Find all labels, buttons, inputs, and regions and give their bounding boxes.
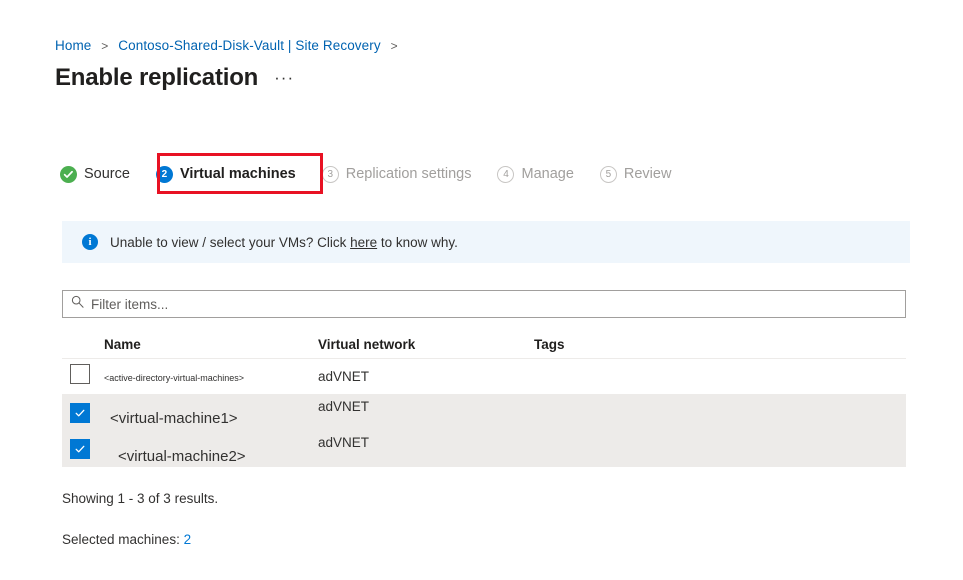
breadcrumb-separator: >	[101, 39, 108, 53]
table-row[interactable]: <virtual-machine1> adVNET	[62, 395, 906, 431]
wizard-step-virtual-machines[interactable]: 2 Virtual machines	[156, 160, 296, 188]
wizard-steps: Source 2 Virtual machines 3 Replication …	[60, 160, 697, 188]
breadcrumb: Home > Contoso-Shared-Disk-Vault | Site …	[55, 38, 404, 53]
step-number-badge-2: 2	[156, 166, 173, 183]
more-actions-button[interactable]: ···	[274, 68, 294, 90]
row-checkbox-cell	[62, 364, 104, 389]
check-circle-icon	[60, 166, 77, 183]
row-checkbox-checked[interactable]	[70, 439, 90, 459]
row-virtual-network: adVNET	[318, 399, 369, 414]
table-row[interactable]: <active-directory-virtual-machines> adVN…	[62, 359, 906, 395]
row-checkbox-cell	[62, 403, 104, 424]
step-number-badge-3: 3	[322, 166, 339, 183]
step-number-badge-5: 5	[600, 166, 617, 183]
row-name: <virtual-machine2>	[104, 448, 246, 465]
wizard-step-review[interactable]: 5 Review	[600, 160, 672, 188]
virtual-machines-table: Name Virtual network Tags <active-direct…	[62, 330, 906, 467]
page-header: Enable replication ···	[55, 66, 294, 90]
info-icon: i	[82, 234, 98, 250]
row-virtual-network: adVNET	[318, 369, 369, 384]
page-title: Enable replication	[55, 66, 258, 90]
info-banner-text-before: Unable to view / select your VMs? Click	[110, 235, 350, 250]
breadcrumb-item-vault[interactable]: Contoso-Shared-Disk-Vault | Site Recover…	[118, 38, 380, 53]
wizard-step-source-label: Source	[84, 166, 130, 182]
info-banner-text-after: to know why.	[377, 235, 458, 250]
breadcrumb-separator-2: >	[391, 39, 398, 53]
table-header-name[interactable]: Name	[104, 337, 318, 352]
selected-machines-label: Selected machines:	[62, 532, 184, 547]
wizard-step-review-label: Review	[624, 166, 672, 182]
wizard-step-replication-settings-label: Replication settings	[346, 166, 472, 182]
results-count-text: Showing 1 - 3 of 3 results.	[62, 491, 218, 506]
wizard-step-virtual-machines-label: Virtual machines	[180, 166, 296, 182]
table-header-row: Name Virtual network Tags	[62, 330, 906, 359]
table-row[interactable]: <virtual-machine2> adVNET	[62, 431, 906, 467]
info-banner-text: Unable to view / select your VMs? Click …	[110, 235, 458, 250]
wizard-step-manage[interactable]: 4 Manage	[497, 160, 573, 188]
row-virtual-network: adVNET	[318, 435, 369, 450]
selected-machines-text: Selected machines: 2	[62, 532, 191, 547]
table-header-virtual-network[interactable]: Virtual network	[318, 337, 534, 352]
table-header-tags[interactable]: Tags	[534, 337, 906, 352]
info-banner: i Unable to view / select your VMs? Clic…	[62, 221, 910, 263]
search-icon	[71, 295, 84, 313]
wizard-step-manage-label: Manage	[521, 166, 573, 182]
row-checkbox-checked[interactable]	[70, 403, 90, 423]
row-name: <virtual-machine1>	[104, 410, 238, 427]
step-number-badge-4: 4	[497, 166, 514, 183]
filter-items-box[interactable]	[62, 290, 906, 318]
filter-input[interactable]	[91, 297, 842, 312]
wizard-step-replication-settings[interactable]: 3 Replication settings	[322, 160, 472, 188]
row-checkbox-unchecked[interactable]	[70, 364, 90, 384]
wizard-step-source[interactable]: Source	[60, 160, 130, 188]
breadcrumb-item-home[interactable]: Home	[55, 38, 91, 53]
row-name: <active-directory-virtual-machines>	[104, 373, 244, 383]
info-banner-link[interactable]: here	[350, 235, 377, 250]
row-checkbox-cell	[62, 439, 104, 460]
selected-machines-count[interactable]: 2	[184, 532, 192, 547]
